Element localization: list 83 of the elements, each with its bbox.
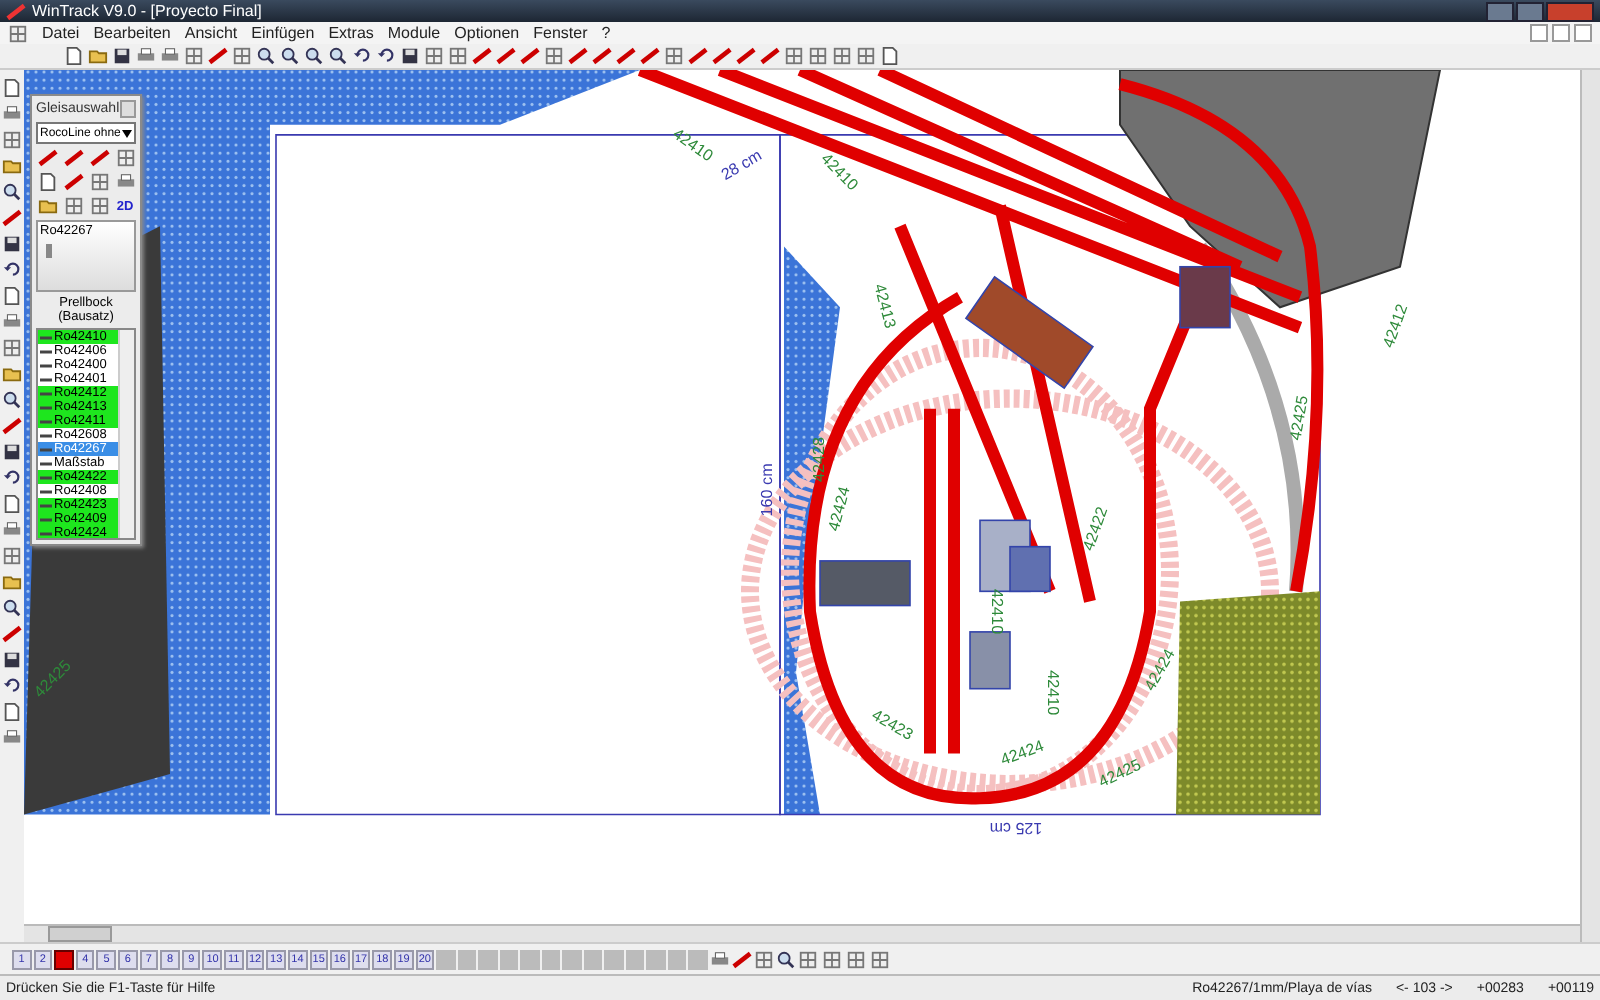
- vertical-scrollbar[interactable]: [1580, 70, 1600, 942]
- printer-icon[interactable]: [136, 46, 156, 66]
- grid-icon[interactable]: [448, 46, 468, 66]
- menu-item[interactable]: Ansicht: [184, 24, 238, 42]
- page-icon[interactable]: [37, 172, 57, 192]
- printer-icon[interactable]: [115, 172, 135, 192]
- search-icon[interactable]: [775, 949, 796, 969]
- grid-icon[interactable]: [832, 46, 852, 66]
- grid-icon[interactable]: [870, 949, 890, 969]
- grid-icon[interactable]: [753, 949, 774, 969]
- window-title: WinTrack V9.0 - [Proyecto Final]: [32, 2, 262, 20]
- menu-item[interactable]: Einfügen: [251, 24, 315, 42]
- menu-item[interactable]: Fenster: [533, 24, 588, 42]
- page-icon[interactable]: [2, 494, 22, 514]
- grid-icon[interactable]: [544, 46, 564, 66]
- grid-icon[interactable]: [89, 172, 109, 192]
- menu-item[interactable]: Optionen: [454, 24, 520, 42]
- app-icon: [6, 1, 26, 21]
- menu-item[interactable]: Bearbeiten: [93, 24, 171, 42]
- maximize-button[interactable]: [1516, 1, 1544, 21]
- page-icon[interactable]: [2, 78, 22, 98]
- grid-icon[interactable]: [2, 130, 22, 150]
- buffer-stop-icon: [46, 244, 52, 258]
- grid-icon[interactable]: [232, 46, 252, 66]
- track-number-label: 42413: [870, 281, 900, 331]
- track-number-label: 42412: [1379, 301, 1412, 351]
- grid-icon[interactable]: [798, 949, 818, 969]
- grid-icon[interactable]: [808, 46, 828, 66]
- menu-item[interactable]: ?: [601, 24, 611, 42]
- printer-icon[interactable]: [2, 728, 22, 748]
- printer-icon[interactable]: [2, 104, 22, 124]
- grid-icon[interactable]: [846, 949, 866, 969]
- grid-icon[interactable]: [2, 546, 22, 566]
- undo-icon[interactable]: [2, 260, 22, 280]
- folder-icon[interactable]: [2, 364, 22, 384]
- printer-icon[interactable]: [2, 520, 22, 540]
- printer-icon[interactable]: [2, 312, 22, 332]
- menu-item[interactable]: Extras: [328, 24, 374, 42]
- grid-icon[interactable]: [664, 46, 684, 66]
- search-icon[interactable]: [304, 46, 324, 66]
- printer-icon[interactable]: [160, 46, 180, 66]
- minimize-button[interactable]: [1530, 24, 1548, 42]
- track-number-label: 42422: [1079, 504, 1112, 554]
- search-icon[interactable]: [2, 182, 22, 202]
- track-number-label: 42425: [1286, 394, 1312, 442]
- horizontal-scrollbar[interactable]: [24, 924, 1580, 942]
- grid-icon[interactable]: [424, 46, 444, 66]
- caret-icon: [122, 129, 132, 137]
- grid-icon[interactable]: [784, 46, 804, 66]
- close-button[interactable]: [1574, 24, 1592, 42]
- dimension-label: 125 cm: [989, 818, 1043, 837]
- grid-icon[interactable]: [184, 46, 204, 66]
- restore-button[interactable]: [1552, 24, 1570, 42]
- undo-icon[interactable]: [2, 676, 22, 696]
- grid-icon[interactable]: [2, 338, 22, 358]
- grid-icon[interactable]: [115, 148, 135, 168]
- search-icon[interactable]: [2, 598, 22, 618]
- grid-icon[interactable]: [63, 196, 83, 216]
- search-icon[interactable]: [328, 46, 348, 66]
- close-button[interactable]: [1546, 1, 1594, 21]
- search-icon[interactable]: [256, 46, 276, 66]
- undo-icon[interactable]: [2, 468, 22, 488]
- printer-icon[interactable]: [709, 949, 730, 969]
- track-number-label: 42424: [824, 484, 854, 533]
- search-icon[interactable]: [280, 46, 300, 66]
- dimension-label: 28 cm: [718, 146, 765, 184]
- grid-icon[interactable]: [822, 949, 842, 969]
- menu-item[interactable]: Module: [387, 24, 441, 42]
- menu-item[interactable]: Datei: [42, 24, 80, 42]
- list-scrollbar[interactable]: [118, 330, 134, 538]
- track-number-label: 42425: [1096, 755, 1144, 792]
- grid-icon[interactable]: [8, 23, 28, 43]
- track-icon[interactable]: [2, 624, 22, 644]
- track-number-label: 42424: [998, 736, 1047, 770]
- search-icon[interactable]: [2, 390, 22, 410]
- grid-icon[interactable]: [89, 196, 109, 216]
- track-icon[interactable]: [2, 208, 22, 228]
- page-icon[interactable]: [2, 286, 22, 306]
- minimize-button[interactable]: [1486, 1, 1514, 21]
- grid-icon[interactable]: [856, 46, 876, 66]
- folder-icon[interactable]: [2, 572, 22, 592]
- page-icon[interactable]: [2, 702, 22, 722]
- layer-button[interactable]: [54, 949, 74, 969]
